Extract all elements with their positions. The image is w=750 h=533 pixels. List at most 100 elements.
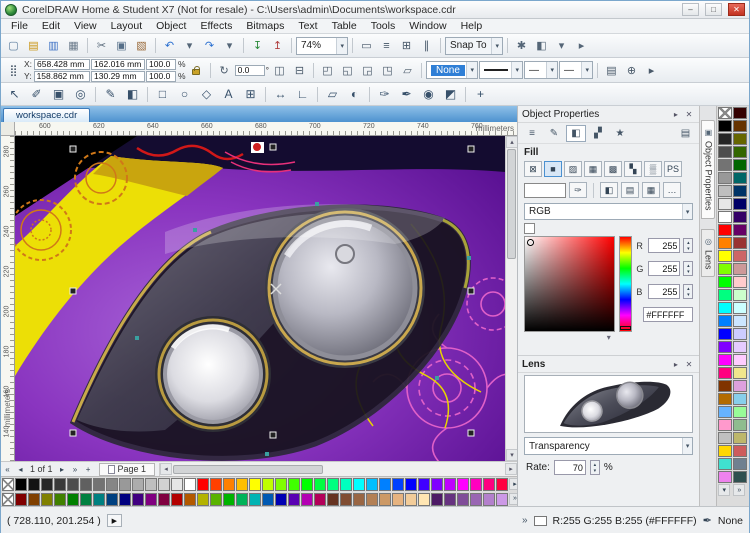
drawing-canvas[interactable] <box>15 136 505 461</box>
color-swatch[interactable] <box>223 492 235 506</box>
color-picker-marker[interactable] <box>527 239 534 246</box>
customize-toolbox-button[interactable]: + <box>470 85 491 104</box>
color-swatch[interactable] <box>171 492 183 506</box>
color-swatch[interactable] <box>80 478 92 491</box>
two-color-pattern-button[interactable]: ▚ <box>624 161 642 177</box>
color-swatch[interactable] <box>236 478 248 491</box>
menu-item[interactable]: Window <box>402 19 453 33</box>
scroll-left-button[interactable]: ◂ <box>160 463 173 475</box>
color-swatch[interactable] <box>718 224 733 236</box>
last-page-button[interactable]: » <box>69 465 82 474</box>
color-swatch[interactable] <box>275 478 287 491</box>
side-tab-lens[interactable]: ◎ Lens <box>701 228 716 278</box>
new-document-button[interactable]: ▢ <box>4 36 23 55</box>
color-swatch[interactable] <box>733 471 748 483</box>
polygon-tool[interactable]: ◇ <box>196 85 217 104</box>
docker-menu-button[interactable]: ▸ <box>669 110 682 119</box>
color-swatch[interactable] <box>718 289 733 301</box>
lens-menu-button[interactable]: ▸ <box>669 360 682 369</box>
color-swatch[interactable] <box>718 445 733 457</box>
color-swatch[interactable] <box>379 478 391 491</box>
color-swatch[interactable] <box>733 211 748 223</box>
color-swatch[interactable] <box>132 492 144 506</box>
color-swatch[interactable] <box>733 289 748 301</box>
rectangle-tool[interactable]: □ <box>152 85 173 104</box>
color-swatch[interactable] <box>733 250 748 262</box>
color-swatch[interactable] <box>718 380 733 392</box>
color-swatch[interactable] <box>314 492 326 506</box>
color-picker-area[interactable] <box>524 236 616 332</box>
color-swatch[interactable] <box>54 492 66 506</box>
color-swatch[interactable] <box>288 478 300 491</box>
color-swatch[interactable] <box>28 492 40 506</box>
color-sliders-button[interactable]: ▤ <box>621 182 639 198</box>
pick-tool[interactable]: ↖ <box>4 85 25 104</box>
shape-tool[interactable]: ✐ <box>26 85 47 104</box>
color-swatch[interactable] <box>418 492 430 506</box>
color-swatch[interactable] <box>718 419 733 431</box>
ellipse-tool[interactable]: ○ <box>174 85 195 104</box>
object-x-field[interactable]: 658.428 mm <box>34 58 91 70</box>
color-swatch[interactable] <box>405 478 417 491</box>
color-swatch[interactable] <box>301 478 313 491</box>
horizontal-ruler[interactable]: millimeters 600 620 640 660 680 700 720 740 760 <box>15 122 517 136</box>
object-width-field[interactable]: 162.016 mm <box>91 58 146 70</box>
docker-close-button[interactable]: ✕ <box>682 110 695 119</box>
page-tab[interactable]: Page 1 <box>98 462 156 476</box>
color-swatch[interactable] <box>733 432 748 444</box>
vertical-scrollbar[interactable]: ▴ ▾ <box>505 136 518 461</box>
rate-value-field[interactable]: 70 <box>553 460 586 475</box>
color-swatch[interactable] <box>733 120 748 132</box>
color-swatch[interactable] <box>718 263 733 275</box>
color-swatch[interactable] <box>457 478 469 491</box>
docker-scroll-mode-button[interactable]: ▤ <box>675 125 695 142</box>
color-swatch[interactable] <box>718 120 733 132</box>
color-swatch[interactable] <box>210 478 222 491</box>
color-swatch[interactable] <box>366 478 378 491</box>
color-swatch[interactable] <box>262 478 274 491</box>
table-tool[interactable]: ⊞ <box>240 85 261 104</box>
palette-scroll-down-button[interactable]: ▾ <box>718 484 731 496</box>
color-swatch[interactable] <box>249 478 261 491</box>
fill-color-indicator[interactable] <box>533 515 547 526</box>
color-swatch[interactable] <box>106 478 118 491</box>
maximize-button[interactable]: □ <box>705 3 722 16</box>
color-swatch[interactable] <box>733 172 748 184</box>
color-swatch[interactable] <box>41 478 53 491</box>
color-swatch[interactable] <box>718 250 733 262</box>
zoom-tool[interactable]: ◎ <box>70 85 91 104</box>
color-swatch[interactable] <box>353 492 365 506</box>
wrap-text-button[interactable]: ▤ <box>602 61 621 80</box>
color-swatch[interactable] <box>145 492 157 506</box>
palette-flyout-button[interactable]: » <box>733 484 746 496</box>
hue-slider-handle[interactable] <box>620 326 632 330</box>
color-swatch[interactable] <box>93 492 105 506</box>
menu-item[interactable]: Bitmaps <box>239 19 291 33</box>
color-swatch[interactable] <box>67 478 79 491</box>
first-page-button[interactable]: « <box>1 465 14 474</box>
color-swatch[interactable] <box>718 211 733 223</box>
color-swatch[interactable] <box>145 478 157 491</box>
toolbar-overflow[interactable]: ▸ <box>572 36 591 55</box>
color-swatch[interactable] <box>718 354 733 366</box>
color-swatch[interactable] <box>483 478 495 491</box>
red-spinner[interactable] <box>683 238 694 253</box>
color-model-combo[interactable]: RGB <box>524 203 694 220</box>
color-swatch[interactable] <box>431 492 443 506</box>
options-button[interactable]: ✱ <box>512 36 531 55</box>
side-tab-object-properties[interactable]: ▣ Object Properties <box>701 120 716 219</box>
next-page-button[interactable]: ▸ <box>56 465 69 474</box>
fill-options-button[interactable]: … <box>663 182 681 198</box>
color-swatch[interactable] <box>158 478 170 491</box>
color-swatch[interactable] <box>718 328 733 340</box>
to-back-button[interactable]: ◱ <box>338 61 357 80</box>
color-swatch[interactable] <box>366 492 378 506</box>
no-color-swatch[interactable] <box>2 492 14 506</box>
mirror-horizontal-button[interactable]: ◫ <box>270 61 289 80</box>
color-swatch[interactable] <box>353 478 365 491</box>
color-swatch[interactable] <box>733 263 748 275</box>
export-button[interactable]: ↥ <box>268 36 287 55</box>
color-swatch[interactable] <box>223 478 235 491</box>
color-swatch[interactable] <box>210 492 222 506</box>
color-swatch[interactable] <box>41 492 53 506</box>
